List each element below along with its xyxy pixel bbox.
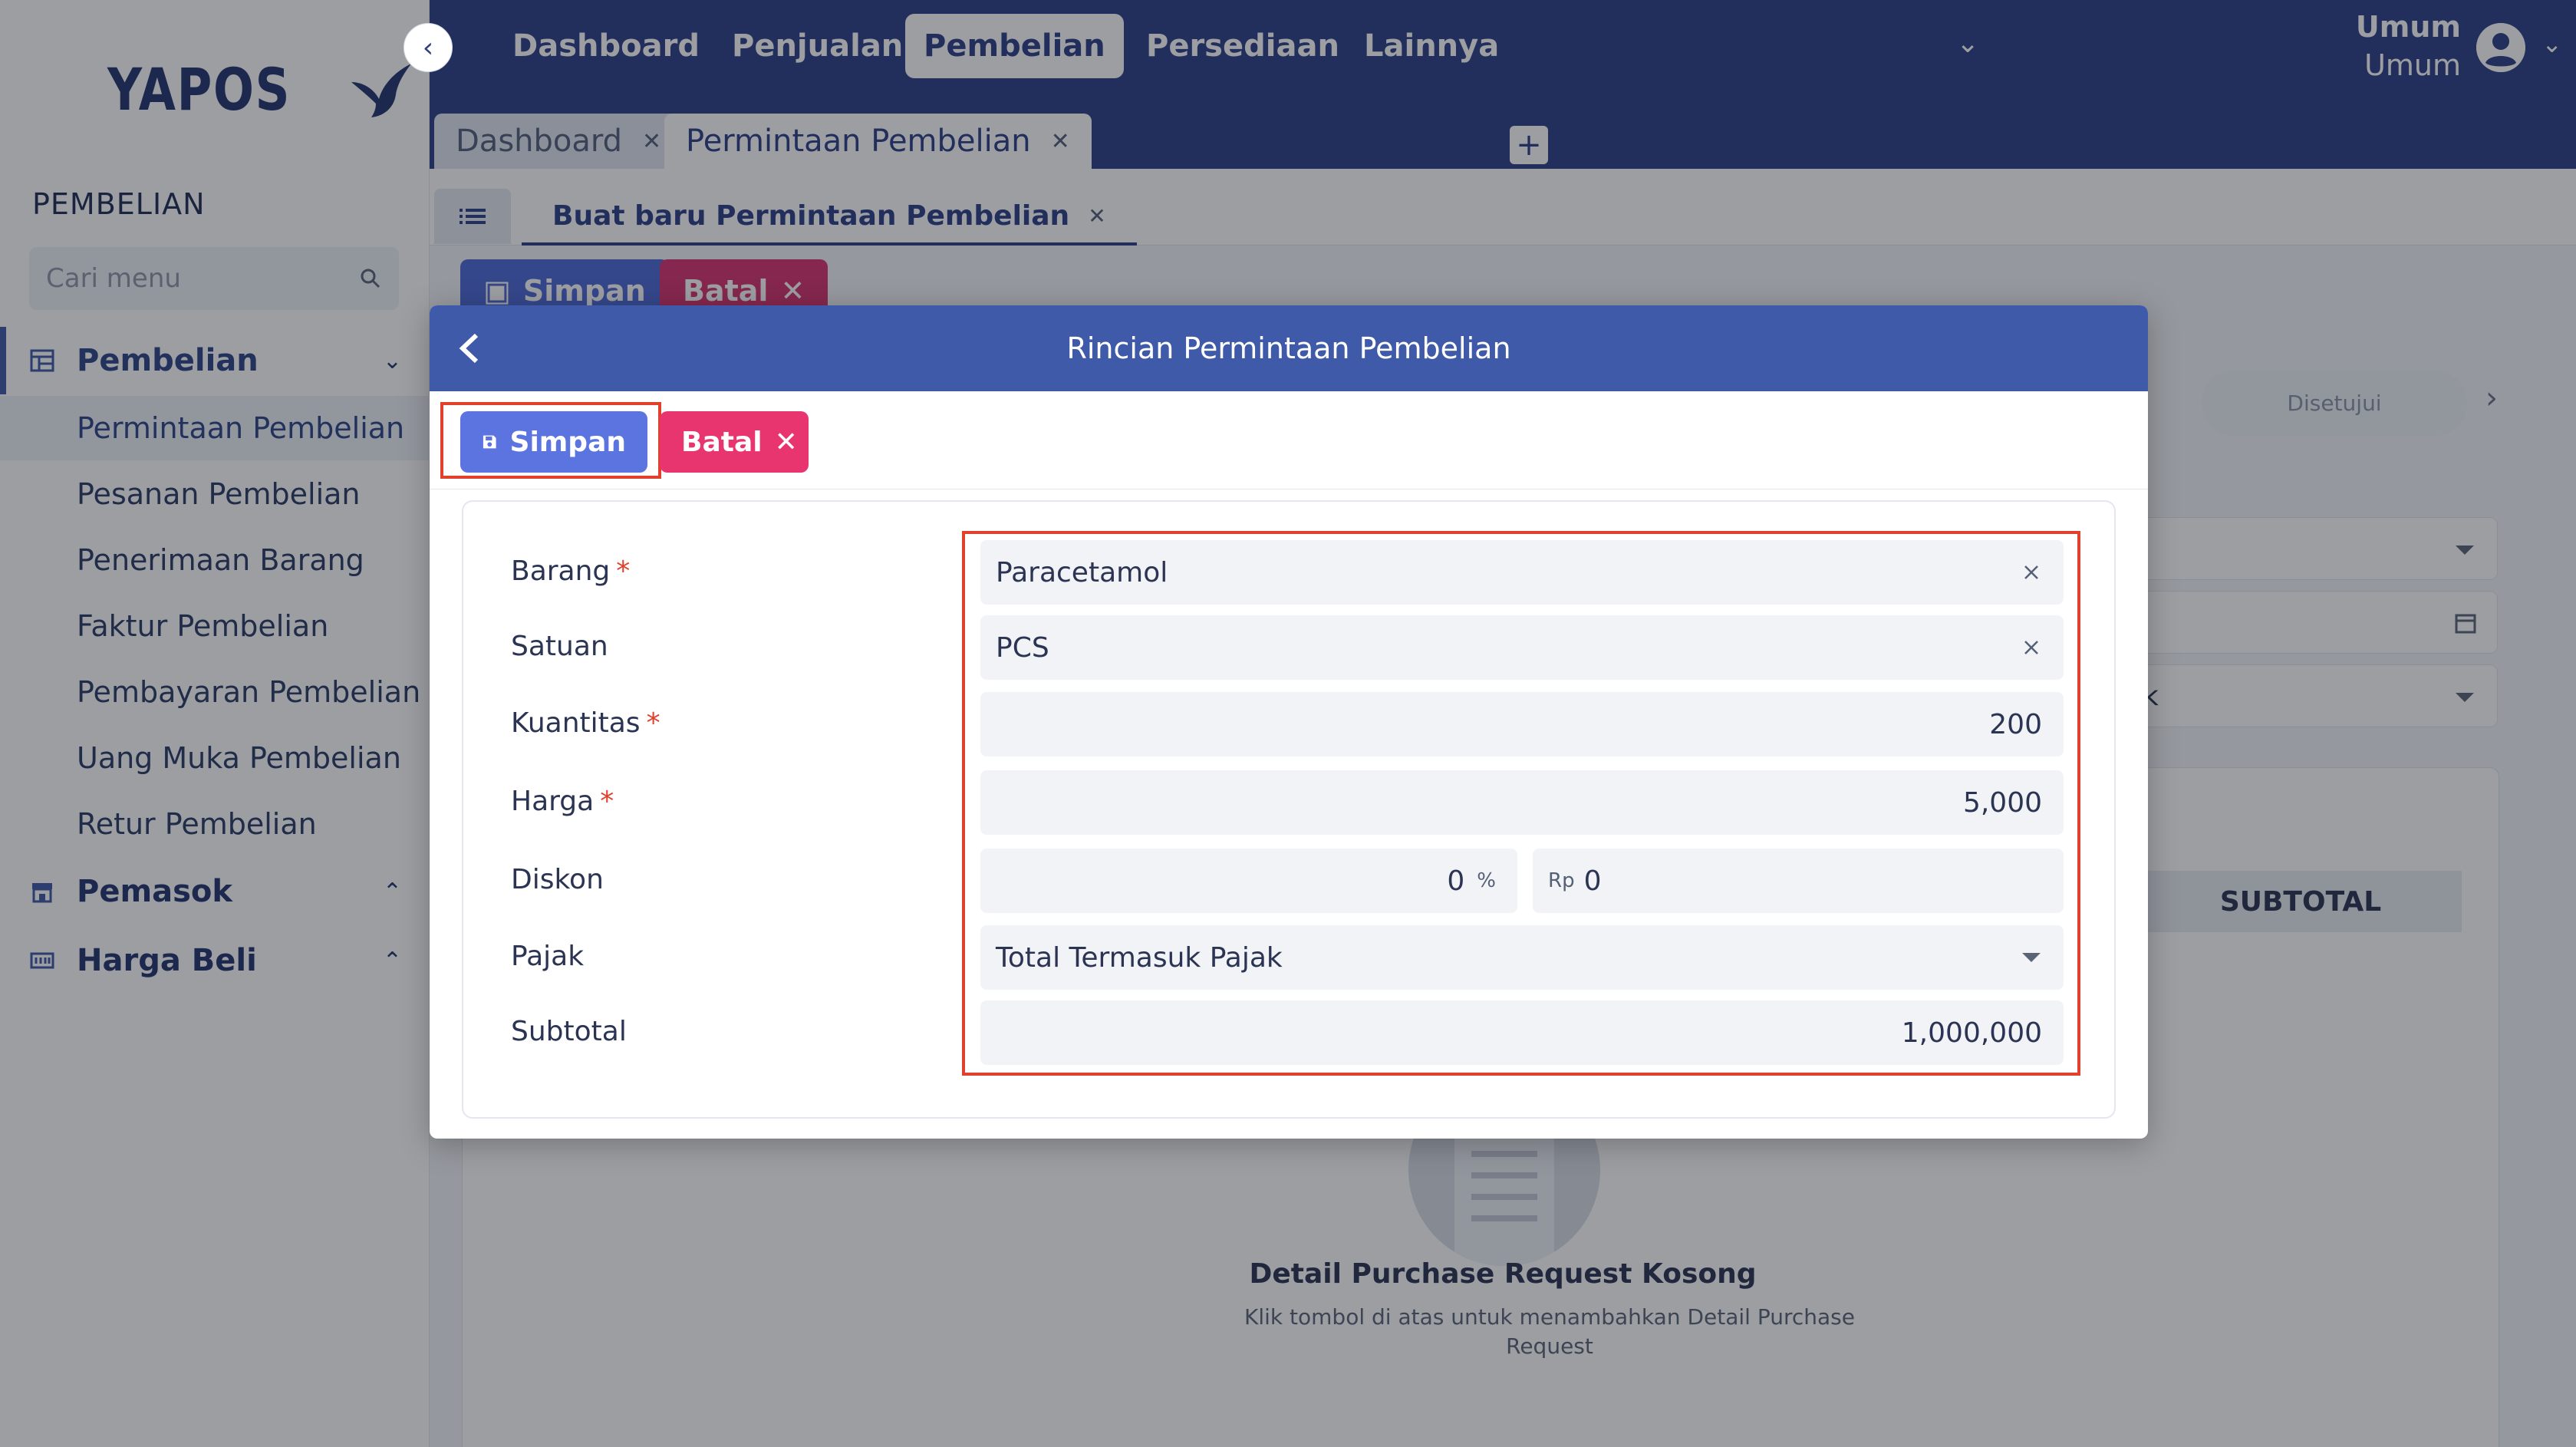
modal-toolbar: Simpan Batal ✕ [430,391,2148,489]
field-label-satuan: Satuan [511,631,608,662]
button-label: Batal [681,426,763,458]
chevron-left-icon: ‹ [422,31,434,64]
clear-icon[interactable] [2016,557,2047,588]
label-text: Harga [511,786,595,817]
purchase-request-detail-modal: Rincian Permintaan Pembelian Simpan Bata… [430,305,2148,1139]
satuan-value: PCS [996,631,1049,664]
required-mark: * [600,786,614,817]
field-label-barang: Barang * [511,555,630,587]
close-icon: ✕ [774,426,798,458]
detail-form: Barang * Paracetamol Satuan PCS Kuantitas… [462,500,2116,1119]
back-button[interactable] [446,325,492,371]
caret-down-icon [2022,953,2041,962]
label-text: Barang [511,555,611,587]
rupiah-prefix: Rp [1548,869,1575,892]
label-text: Satuan [511,631,608,662]
barang-value: Paracetamol [996,556,1168,588]
field-label-diskon: Diskon [511,864,604,895]
modal-header: Rincian Permintaan Pembelian [430,305,2148,391]
save-button[interactable]: Simpan [460,411,647,473]
diskon-rupiah-input[interactable]: Rp 0 [1533,849,2064,913]
label-text: Subtotal [511,1016,627,1047]
button-label: Simpan [509,426,626,458]
subtotal-field: 1,000,000 [980,1000,2064,1065]
field-label-kuantitas: Kuantitas * [511,707,660,739]
subtotal-value: 1,000,000 [1901,1017,2042,1049]
percent-unit: % [1477,869,1496,892]
floppy-disk-icon [483,435,496,449]
sidebar-collapse-button[interactable]: ‹ [404,23,453,72]
modal-title: Rincian Permintaan Pembelian [1066,331,1511,365]
diskon-percent-value: 0 [1447,865,1465,897]
cancel-button[interactable]: Batal ✕ [660,411,809,473]
field-label-pajak: Pajak [511,941,584,972]
label-text: Kuantitas [511,707,641,739]
kuantitas-value: 200 [1989,708,2042,740]
clear-icon[interactable] [2016,632,2047,663]
required-mark: * [646,707,660,739]
chevron-left-icon [459,333,479,364]
harga-input[interactable]: 5,000 [980,770,2064,835]
barang-select[interactable]: Paracetamol [980,540,2064,605]
required-mark: * [616,555,631,587]
harga-value: 5,000 [1962,786,2042,819]
label-text: Pajak [511,941,585,972]
pajak-value: Total Termasuk Pajak [996,941,1283,974]
diskon-percent-input[interactable]: 0 % [980,849,1517,913]
label-text: Diskon [511,864,604,895]
kuantitas-input[interactable]: 200 [980,692,2064,756]
pajak-select[interactable]: Total Termasuk Pajak [980,925,2064,990]
field-label-harga: Harga * [511,786,614,817]
satuan-select[interactable]: PCS [980,615,2064,680]
field-label-subtotal: Subtotal [511,1016,627,1047]
diskon-rupiah-value: 0 [1583,865,1602,897]
